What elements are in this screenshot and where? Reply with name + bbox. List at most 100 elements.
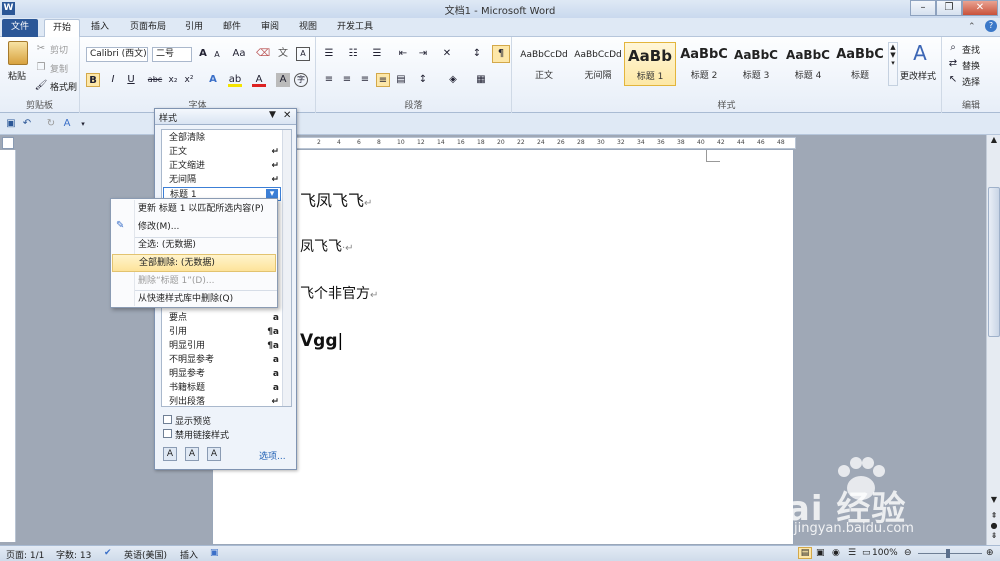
doc-line-1[interactable]: 飞凤飞飞↵ — [300, 187, 372, 211]
next-page-icon[interactable]: ⇟ — [988, 531, 1000, 541]
style-item[interactable]: 无间隔 ↵ — [163, 173, 281, 187]
tab-file[interactable]: 文件 — [2, 19, 38, 37]
zoom-level[interactable]: 100% — [872, 548, 898, 558]
styles-pane-header[interactable]: 样式 ▼ ✕ — [155, 109, 296, 125]
doc-line-4[interactable]: Vgg| — [300, 331, 343, 351]
quick-style-title[interactable]: AaBbC 标题 — [834, 42, 886, 86]
justify-icon[interactable]: ≡ — [376, 73, 390, 87]
cut-button[interactable]: 剪切 — [50, 43, 68, 56]
replace-icon[interactable]: ⇄ — [946, 57, 960, 71]
minimize-button[interactable]: – — [910, 0, 936, 16]
fullscreen-view-icon[interactable]: ▣ — [816, 548, 825, 558]
tab-references[interactable]: 引用 — [178, 19, 210, 37]
menu-modify[interactable]: 修改(M)... — [112, 218, 276, 236]
gallery-scroll-icon[interactable]: ▲ ▼ ▾ — [888, 42, 898, 86]
vertical-ruler[interactable] — [0, 150, 16, 542]
styles-list-scrollbar[interactable] — [282, 130, 291, 406]
tab-page-layout[interactable]: 页面布局 — [122, 19, 174, 37]
scroll-up-icon[interactable]: ▲ — [988, 135, 1000, 149]
sort-icon[interactable]: ↕ — [470, 47, 484, 61]
text-effects-icon[interactable]: A — [206, 73, 220, 87]
font-name-combo[interactable]: Calibri (西文) — [86, 47, 148, 62]
web-view-icon[interactable]: ◉ — [832, 548, 840, 558]
manage-styles-icon[interactable]: A — [207, 447, 221, 461]
char-border-icon[interactable]: A — [296, 47, 310, 61]
tab-home[interactable]: 开始 — [44, 19, 80, 37]
quick-style-no-spacing[interactable]: AaBbCcDd 无间隔 — [572, 42, 624, 86]
shading-icon[interactable]: ◈ — [446, 73, 460, 87]
style-inspector-icon[interactable]: A — [185, 447, 199, 461]
page-count[interactable]: 页面: 1/1 — [6, 548, 44, 561]
copy-icon[interactable]: ❐ — [34, 61, 48, 75]
print-layout-view-icon[interactable]: ▤ — [798, 547, 812, 559]
show-preview-checkbox[interactable] — [163, 415, 172, 424]
tab-insert[interactable]: 插入 — [84, 19, 116, 37]
help-icon[interactable]: ? — [985, 20, 997, 32]
disable-linked-checkbox[interactable] — [163, 429, 172, 438]
save-icon[interactable]: ▣ — [4, 117, 18, 131]
grow-font-button[interactable]: A — [196, 47, 210, 61]
paste-icon[interactable] — [8, 41, 28, 65]
line-spacing-icon[interactable]: ↕ — [416, 73, 430, 87]
align-right-icon[interactable]: ≡ — [358, 73, 372, 87]
menu-remove-from-gallery[interactable]: 从快速样式库中删除(Q) — [112, 290, 276, 308]
macro-record-icon[interactable]: ▣ — [210, 548, 219, 558]
collapse-ribbon-icon[interactable]: ⌃ — [968, 22, 976, 32]
shrink-font-button[interactable]: A — [210, 48, 224, 62]
quick-style-normal[interactable]: AaBbCcDd 正文 — [518, 42, 570, 86]
menu-select-all[interactable]: 全选: (无数据) — [112, 236, 276, 254]
tab-review[interactable]: 审阅 — [254, 19, 286, 37]
superscript-button[interactable]: x² — [182, 73, 196, 87]
style-item[interactable]: 正文缩进 ↵ — [163, 159, 281, 173]
style-item[interactable]: 书籍标题 a — [163, 381, 281, 395]
scroll-down-icon[interactable]: ▼ — [988, 495, 1000, 507]
pane-options-icon[interactable]: ▼ — [269, 110, 276, 120]
bold-button[interactable]: B — [86, 73, 100, 87]
zoom-slider-thumb[interactable] — [946, 549, 950, 558]
change-styles-icon[interactable]: A — [904, 41, 936, 65]
doc-line-3[interactable]: 飞个非官方↵ — [300, 283, 378, 303]
distributed-icon[interactable]: ▤ — [394, 73, 408, 87]
phonetic-guide-icon[interactable]: 文 — [276, 47, 290, 61]
enclose-char-icon[interactable]: 字 — [294, 73, 308, 87]
copy-button[interactable]: 复制 — [50, 62, 68, 75]
chinese-layout-icon[interactable]: ✕ — [440, 47, 454, 61]
draft-view-icon[interactable]: ▭ — [862, 548, 871, 558]
cut-icon[interactable]: ✂ — [34, 42, 48, 56]
font-size-combo[interactable]: 二号 — [152, 47, 192, 62]
underline-button[interactable]: U — [124, 73, 138, 87]
menu-delete-style[interactable]: 删除“标题 1”(D)... — [112, 272, 276, 290]
prev-page-icon[interactable]: ⇞ — [988, 511, 1000, 521]
menu-update-to-match[interactable]: 更新 标题 1 以匹配所选内容(P) — [112, 200, 276, 218]
scroll-thumb[interactable] — [988, 187, 1000, 337]
numbering-icon[interactable]: ☷ — [346, 47, 360, 61]
text-style-icon[interactable]: A — [60, 117, 74, 131]
new-style-icon[interactable]: A — [163, 447, 177, 461]
align-center-icon[interactable]: ≡ — [340, 73, 354, 87]
align-left-icon[interactable]: ≡ — [322, 73, 336, 87]
browse-object-icon[interactable]: ● — [988, 521, 1000, 531]
doc-line-2[interactable]: 凤飞飞·↵ — [300, 236, 354, 256]
options-link[interactable]: 选项... — [259, 449, 286, 462]
proofing-icon[interactable]: ✔ — [104, 548, 112, 558]
menu-delete-all[interactable]: 全部删除: (无数据) — [112, 254, 276, 272]
style-item[interactable]: 不明显参考 a — [163, 353, 281, 367]
increase-indent-icon[interactable]: ⇥ — [416, 47, 430, 61]
quick-style-heading-3[interactable]: AaBbC 标题 3 — [730, 42, 782, 86]
subscript-button[interactable]: x₂ — [166, 73, 180, 87]
vertical-scrollbar[interactable]: ▲ ▼ ⇞ ● ⇟ — [986, 135, 1000, 545]
restore-button[interactable]: ❐ — [936, 0, 962, 16]
replace-button[interactable]: 替换 — [962, 59, 980, 72]
undo-icon[interactable]: ↶ — [20, 117, 34, 131]
style-item[interactable]: 列出段落 ↵ — [163, 395, 281, 409]
highlight-color-icon[interactable]: ab — [228, 73, 242, 87]
pane-close-icon[interactable]: ✕ — [283, 110, 291, 121]
quick-style-heading-4[interactable]: AaBbC 标题 4 — [782, 42, 834, 86]
decrease-indent-icon[interactable]: ⇤ — [396, 47, 410, 61]
strikethrough-button[interactable]: abc — [146, 73, 164, 87]
horizontal-ruler[interactable]: 2 4 6 8 10 12 14 16 18 20 22 24 26 28 30 32 34 36 38 40 42 44… — [296, 137, 796, 149]
multilevel-list-icon[interactable]: ☰ — [370, 47, 384, 61]
format-painter-icon[interactable]: 🖌 — [34, 79, 48, 93]
find-button[interactable]: 查找 — [962, 43, 980, 56]
outline-view-icon[interactable]: ☰ — [848, 548, 856, 558]
